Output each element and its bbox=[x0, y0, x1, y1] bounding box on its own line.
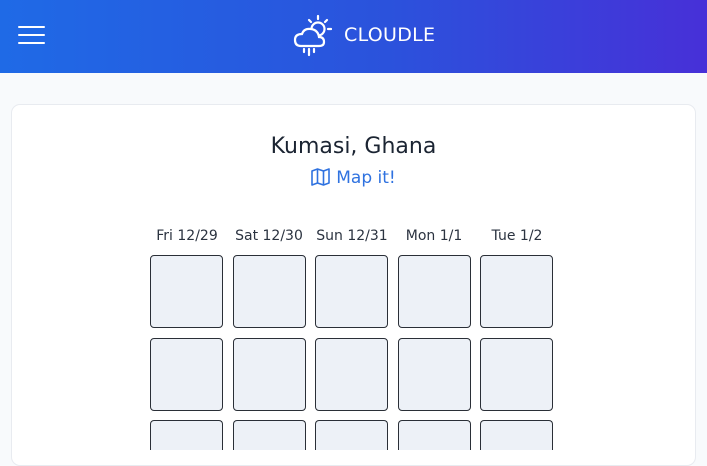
map-it-label: Map it! bbox=[336, 168, 396, 188]
location-title: Kumasi, Ghana bbox=[270, 134, 437, 159]
guess-tile[interactable] bbox=[233, 338, 306, 411]
app-name: CLOUDLE bbox=[344, 24, 436, 46]
guess-tile[interactable] bbox=[315, 255, 388, 328]
day-header-2: Sat 12/30 bbox=[235, 228, 303, 244]
guess-tile[interactable] bbox=[480, 420, 553, 450]
guess-tile[interactable] bbox=[150, 420, 223, 450]
day-header-4: Mon 1/1 bbox=[405, 228, 463, 244]
guess-tile[interactable] bbox=[150, 255, 223, 328]
day-header-3: Sun 12/31 bbox=[316, 228, 388, 244]
guess-tile[interactable] bbox=[398, 255, 471, 328]
day-header-5: Tue 1/2 bbox=[491, 228, 543, 244]
top-bar: CLOUDLE bbox=[0, 0, 707, 73]
guess-tile[interactable] bbox=[480, 338, 553, 411]
guess-tile[interactable] bbox=[150, 338, 223, 411]
guess-tile[interactable] bbox=[233, 420, 306, 450]
guess-tile[interactable] bbox=[233, 255, 306, 328]
guess-tile[interactable] bbox=[315, 338, 388, 411]
guess-tile[interactable] bbox=[315, 420, 388, 450]
map-icon bbox=[311, 168, 331, 186]
hamburger-menu-icon[interactable] bbox=[18, 23, 46, 47]
guess-tile[interactable] bbox=[480, 255, 553, 328]
sun-cloud-rain-icon bbox=[293, 14, 332, 57]
map-it-link[interactable]: Map it! bbox=[0, 166, 707, 190]
day-header-1: Fri 12/29 bbox=[156, 228, 218, 244]
guess-tile[interactable] bbox=[398, 420, 471, 450]
brand[interactable]: CLOUDLE bbox=[292, 13, 435, 57]
guess-tile[interactable] bbox=[398, 338, 471, 411]
